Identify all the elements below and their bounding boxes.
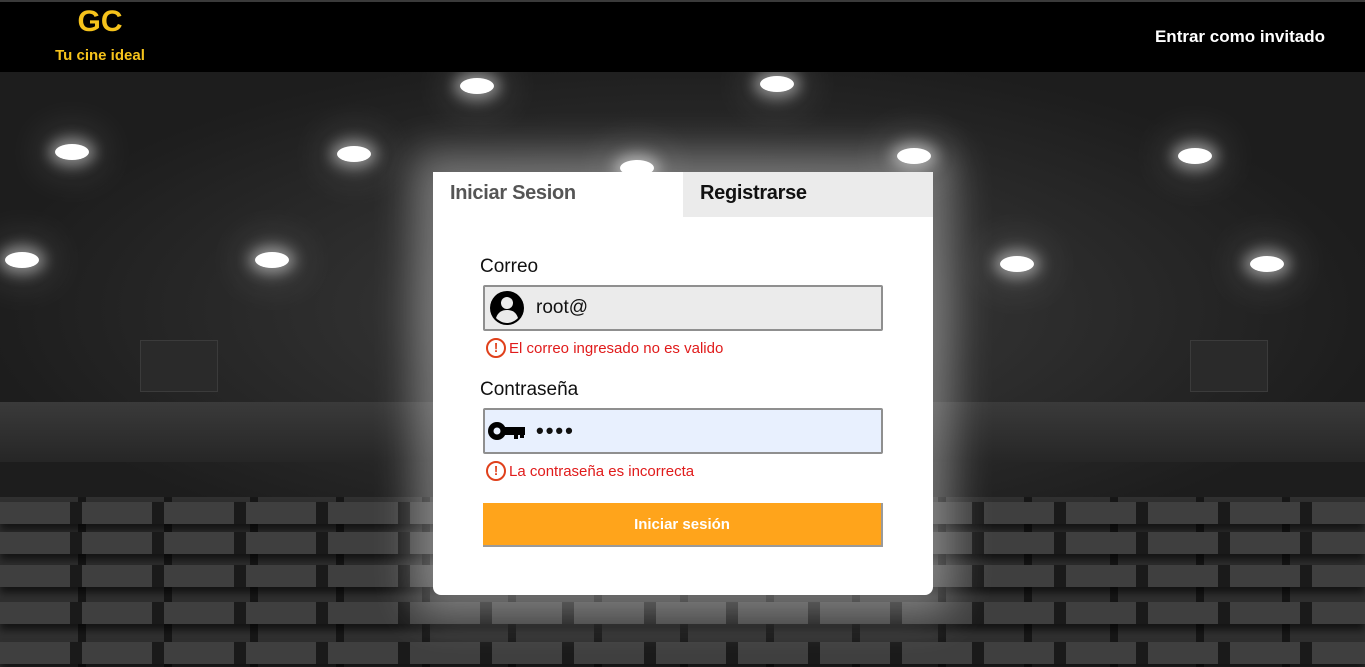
password-input[interactable] — [529, 411, 859, 451]
auth-card: Iniciar Sesion Registrarse Correo ! El c… — [433, 172, 933, 595]
exclamation-circle-icon: ! — [486, 338, 506, 358]
email-label: Correo — [480, 256, 539, 277]
email-input[interactable] — [529, 288, 859, 328]
password-label: Contraseña — [480, 379, 579, 400]
wall-speaker — [140, 340, 218, 392]
password-error: ! La contraseña es incorrecta — [486, 461, 694, 481]
ceiling-light — [1000, 256, 1034, 272]
guest-login-link[interactable]: Entrar como invitado — [1155, 27, 1325, 47]
ceiling-light — [897, 148, 931, 164]
ceiling-light — [1178, 148, 1212, 164]
exclamation-circle-icon: ! — [486, 461, 506, 481]
login-submit-button[interactable]: Iniciar sesión — [483, 503, 883, 547]
page: GC Tu cine ideal Entrar como invitado In… — [0, 0, 1365, 667]
password-error-text: La contraseña es incorrecta — [509, 462, 695, 480]
ceiling-light — [760, 76, 794, 92]
ceiling-light — [55, 144, 89, 160]
ceiling-light — [337, 146, 371, 162]
tab-login[interactable]: Iniciar Sesion — [433, 172, 683, 217]
seat-row — [0, 602, 1365, 624]
password-field[interactable] — [483, 408, 883, 454]
key-icon — [485, 410, 529, 452]
seat-row — [0, 642, 1365, 664]
wall-speaker — [1190, 340, 1268, 392]
user-circle-icon — [485, 287, 529, 329]
ceiling-light — [5, 252, 39, 268]
logo-mark: GC — [77, 5, 123, 38]
email-error-text: El correo ingresado no es valido — [509, 339, 724, 357]
top-navbar: GC Tu cine ideal Entrar como invitado — [0, 0, 1365, 72]
auth-tabs: Iniciar Sesion Registrarse — [433, 172, 933, 217]
tab-register[interactable]: Registrarse — [683, 172, 933, 217]
ceiling-light — [255, 252, 289, 268]
brand-logo[interactable]: GC Tu cine ideal — [40, 2, 160, 64]
ceiling-light — [1250, 256, 1284, 272]
logo-tagline: Tu cine ideal — [55, 47, 145, 64]
email-error: ! El correo ingresado no es valido — [486, 338, 723, 358]
ceiling-light — [460, 78, 494, 94]
email-field[interactable] — [483, 285, 883, 331]
